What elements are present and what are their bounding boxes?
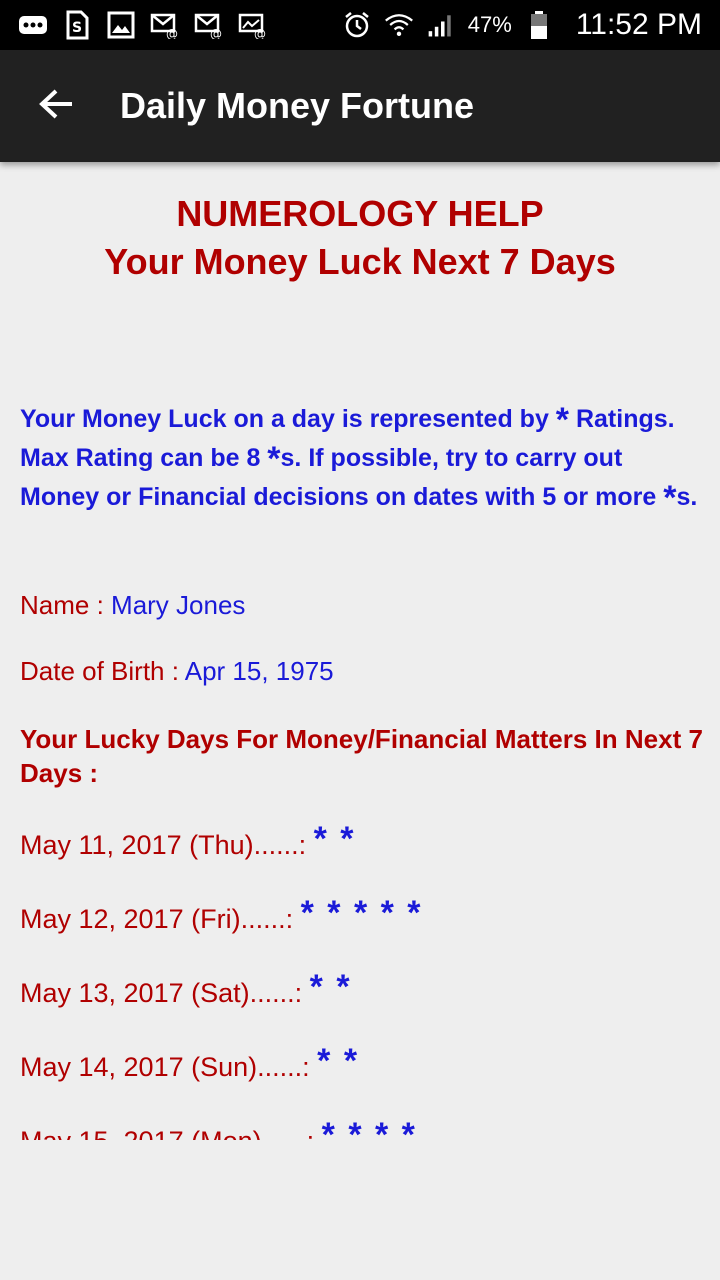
name-label: Name :: [20, 590, 112, 620]
back-arrow-icon: [38, 88, 74, 125]
intro-text-1: Your Money Luck on a day is represented …: [20, 405, 556, 433]
day-row: May 14, 2017 (Sun)......: * *: [20, 1042, 359, 1083]
svg-text:@: @: [210, 27, 222, 39]
day-date: May 11, 2017 (Thu)......:: [20, 830, 314, 860]
signal-icon: [426, 10, 456, 40]
heading-line-2: Your Money Luck Next 7 Days: [104, 241, 616, 282]
content-area[interactable]: NUMEROLOGY HELP Your Money Luck Next 7 D…: [0, 162, 720, 1140]
day-stars: * *: [309, 968, 352, 1006]
name-field: Name : Mary Jones: [20, 590, 245, 621]
day-date: May 13, 2017 (Sat)......:: [20, 978, 310, 1008]
heading-line-1: NUMEROLOGY HELP: [176, 193, 544, 234]
intro-paragraph: Your Money Luck on a day is represented …: [20, 400, 700, 517]
day-date: May 12, 2017 (Fri)......:: [20, 904, 301, 934]
day-row: May 13, 2017 (Sat)......: * *: [20, 968, 352, 1009]
wifi-icon: [384, 10, 414, 40]
day-stars: * *: [317, 1042, 360, 1080]
battery-icon: [524, 10, 554, 40]
day-stars: * * * *: [321, 1116, 417, 1140]
day-date: May 14, 2017 (Sun)......:: [20, 1052, 318, 1082]
status-bar: S @ @ @ 47% 11:52 PM: [0, 0, 720, 50]
image-icon: [106, 10, 136, 40]
dob-label: Date of Birth :: [20, 656, 185, 686]
battery-percent: 47%: [467, 12, 512, 37]
dob-field: Date of Birth : Apr 15, 1975: [20, 656, 334, 687]
day-stars: * * * * *: [300, 894, 423, 932]
star-symbol: *: [555, 401, 570, 439]
svg-text:@: @: [166, 27, 178, 39]
page-heading: NUMEROLOGY HELP Your Money Luck Next 7 D…: [0, 190, 720, 286]
day-row: May 15, 2017 (Mon)......: * * * *: [20, 1116, 417, 1140]
svg-text:S: S: [72, 20, 82, 36]
day-row: May 12, 2017 (Fri)......: * * * * *: [20, 894, 423, 935]
email-alert-icon: @: [150, 10, 180, 40]
email-image-icon: @: [238, 10, 268, 40]
lucky-days-heading: Your Lucky Days For Money/Financial Matt…: [20, 724, 703, 788]
star-symbol: *: [663, 479, 677, 517]
day-row: May 11, 2017 (Thu)......: * *: [20, 820, 356, 861]
app-title: Daily Money Fortune: [120, 85, 475, 126]
sim-icon: S: [62, 10, 92, 40]
menu-dots-icon: [18, 10, 48, 40]
svg-text:@: @: [254, 27, 266, 39]
dob-value: Apr 15, 1975: [184, 656, 334, 686]
email-alert-icon: @: [194, 10, 224, 40]
day-stars: * *: [313, 820, 356, 858]
name-value: Mary Jones: [111, 590, 246, 620]
app-bar: Daily Money Fortune: [0, 50, 720, 162]
alarm-icon: [342, 10, 372, 40]
intro-text-4: s.: [676, 483, 698, 511]
back-button[interactable]: [26, 76, 86, 136]
day-date: May 15, 2017 (Mon)......:: [20, 1126, 322, 1140]
star-symbol: *: [267, 440, 281, 478]
clock: 11:52 PM: [575, 8, 702, 41]
